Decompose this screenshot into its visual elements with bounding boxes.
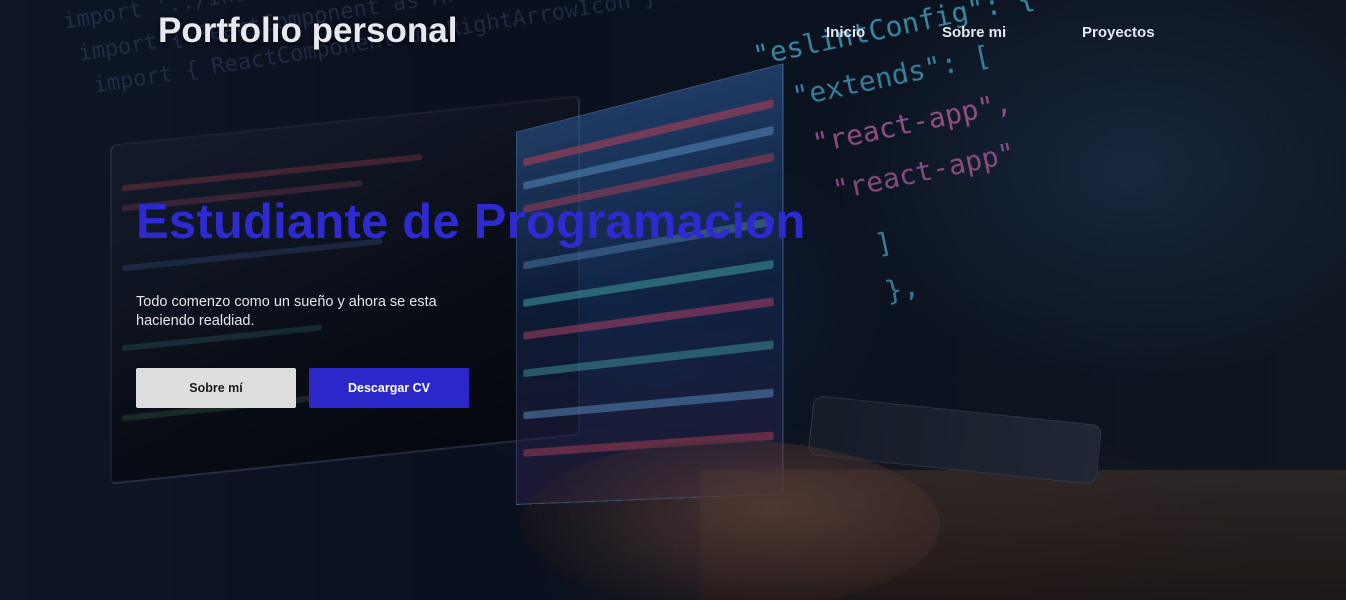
hero-headline: Estudiante de Programacion [136,195,806,249]
nav-link-inicio[interactable]: Inicio [826,24,865,41]
nav-link-proyectos[interactable]: Proyectos [1082,24,1155,41]
sobre-mi-button[interactable]: Sobre mí [136,368,296,408]
nav-link-sobre-mi[interactable]: Sobre mi [942,24,1006,41]
download-cv-button[interactable]: Descargar CV [309,368,469,408]
hero-subtitle: Todo comenzo como un sueño y ahora se es… [136,294,437,329]
site-brand-title[interactable]: Portfolio personal [158,11,457,51]
